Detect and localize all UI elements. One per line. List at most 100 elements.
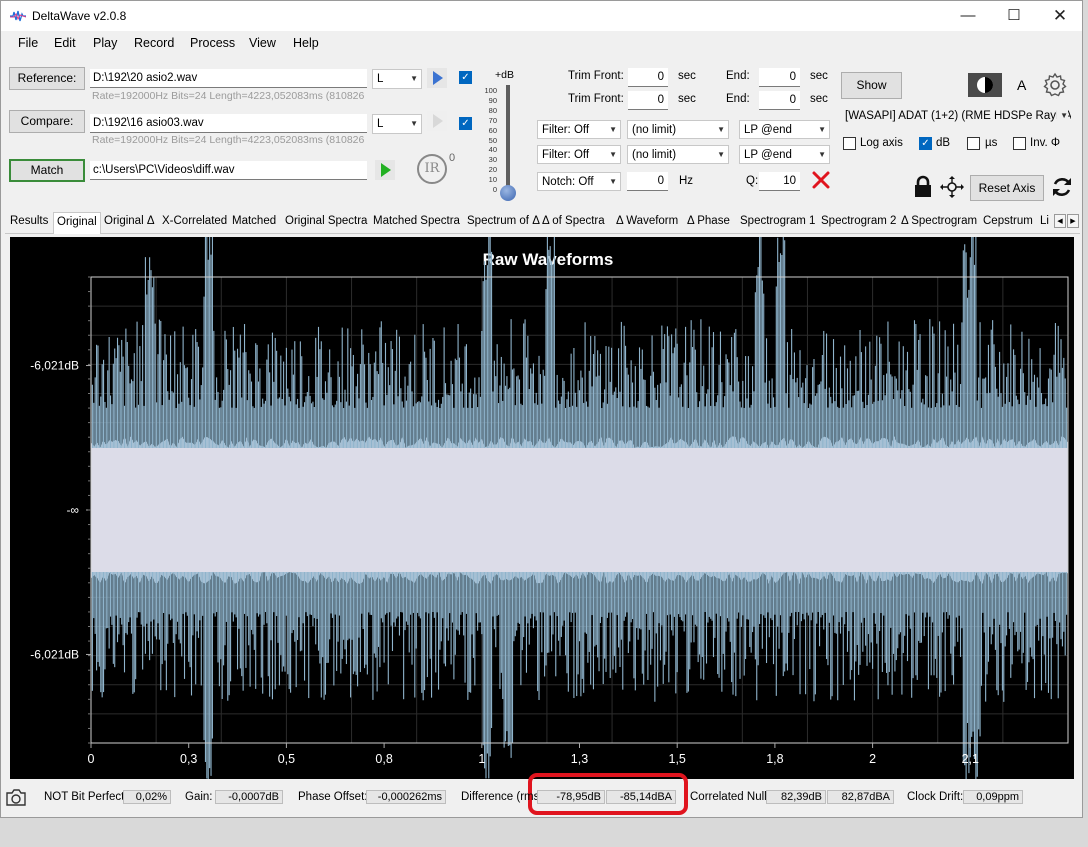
menu-file[interactable]: File <box>18 36 38 50</box>
title-bar: DeltaWave v2.0.8 — ☐ ✕ <box>1 1 1082 31</box>
reset-axis-button[interactable]: Reset Axis <box>970 175 1044 201</box>
show-button[interactable]: Show <box>841 72 902 99</box>
output-device-value: [WASAPI] ADAT (1+2) (RME HDSPe RayDA <box>845 110 1071 122</box>
settings-gear-icon[interactable] <box>1042 72 1068 98</box>
notch-select[interactable]: Notch: Off ▼ <box>537 172 621 191</box>
output-device-select[interactable]: [WASAPI] ADAT (1+2) (RME HDSPe RayDA ▼ <box>841 107 1071 127</box>
main-window: DeltaWave v2.0.8 — ☐ ✕ File Edit Play Re… <box>0 0 1083 818</box>
play-reference-icon[interactable] <box>427 68 447 88</box>
filter-select-2[interactable]: Filter: Off ▼ <box>537 145 621 164</box>
trim-end-input-1[interactable]: 0 <box>759 68 800 87</box>
y-axis-ticks: -6,021dB -∞ -6,021dB <box>30 276 91 744</box>
menu-edit[interactable]: Edit <box>54 36 76 50</box>
notch-q-label: Q: <box>746 175 759 187</box>
menu-play[interactable]: Play <box>93 36 117 50</box>
filter-select-1[interactable]: Filter: Off ▼ <box>537 120 621 139</box>
gain-meter-label: +dB <box>495 69 514 81</box>
trim-front-input-1[interactable]: 0 <box>628 68 668 87</box>
chevron-down-icon: ▼ <box>818 150 826 159</box>
compare-path-field[interactable]: D:\192\16 asio03.wav <box>90 114 367 133</box>
tab-x-correlated[interactable]: X-Correlated <box>162 215 227 227</box>
chevron-down-icon: ▼ <box>609 125 617 134</box>
menu-record[interactable]: Record <box>134 36 174 50</box>
camera-icon[interactable] <box>5 787 27 807</box>
match-button[interactable]: Match <box>9 159 85 182</box>
contrast-theme-icon[interactable] <box>968 73 1002 97</box>
tab-overflow[interactable]: Li <box>1040 215 1054 227</box>
output-path-field[interactable]: c:\Users\PC\Videos\diff.wav <box>90 161 367 180</box>
notch-hz-unit: Hz <box>679 175 694 187</box>
filter-limit-select-2[interactable]: (no limit) ▼ <box>627 145 729 164</box>
filter-limit-select-1[interactable]: (no limit) ▼ <box>627 120 729 139</box>
lp-select-2[interactable]: LP @end ▼ <box>739 145 830 164</box>
gain-meter-tick: 40 <box>488 145 497 155</box>
tab-spectrum-of-delta[interactable]: Spectrum of Δ <box>467 215 540 227</box>
bit-perfect-label: NOT Bit Perfect <box>44 791 125 803</box>
gain-meter-tick: 50 <box>488 135 497 145</box>
phase-offset-label: Phase Offset: <box>298 791 368 803</box>
tab-delta-spectrogram[interactable]: Δ Spectrogram <box>901 215 977 227</box>
refresh-icon[interactable] <box>1050 175 1074 199</box>
x-tick-label: 0,3 <box>180 752 197 766</box>
play-compare-icon[interactable] <box>427 111 447 131</box>
menu-view[interactable]: View <box>249 36 276 50</box>
lp-value-1: LP @end <box>744 124 792 136</box>
reference-path-field[interactable]: D:\192\20 asio2.wav <box>90 69 367 88</box>
play-delta-icon[interactable] <box>375 160 395 180</box>
ir-icon[interactable]: IR <box>417 154 447 184</box>
compare-channel-select[interactable]: L ▼ <box>372 114 422 134</box>
x-tick-label: 1,5 <box>669 752 686 766</box>
tab-spectrogram-1[interactable]: Spectrogram 1 <box>740 215 815 227</box>
microseconds-checkbox[interactable] <box>967 137 980 150</box>
menu-help[interactable]: Help <box>293 36 319 50</box>
reference-button[interactable]: Reference: <box>9 67 85 90</box>
log-axis-checkbox[interactable] <box>843 137 856 150</box>
chart-title: Raw Waveforms <box>483 250 614 269</box>
menu-process[interactable]: Process <box>190 36 235 50</box>
trim-front-input-2[interactable]: 0 <box>628 91 668 110</box>
notch-hz-input[interactable]: 0 <box>627 172 668 191</box>
db-checkbox[interactable]: ✓ <box>919 137 932 150</box>
tab-original-spectra[interactable]: Original Spectra <box>285 215 367 227</box>
pan-move-icon[interactable] <box>939 175 965 199</box>
waveform-plot[interactable]: Raw Waveforms -6,021dB -∞ -6,021dB 0 0,3 0,5… <box>10 223 1074 792</box>
tab-matched-spectra[interactable]: Matched Spectra <box>373 215 460 227</box>
tab-original-delta[interactable]: Original Δ <box>104 215 155 227</box>
trim-end-input-2[interactable]: 0 <box>759 91 800 110</box>
tab-delta-phase[interactable]: Δ Phase <box>687 215 730 227</box>
tab-original[interactable]: Original <box>53 212 101 234</box>
lock-icon[interactable] <box>912 175 934 199</box>
x-tick-label: 0,8 <box>375 752 392 766</box>
trim-end-label-1: End: <box>726 70 750 82</box>
lp-select-1[interactable]: LP @end ▼ <box>739 120 830 139</box>
invert-phase-checkbox[interactable] <box>1013 137 1026 150</box>
tab-results[interactable]: Results <box>10 215 48 227</box>
tab-cepstrum[interactable]: Cepstrum <box>983 215 1033 227</box>
tab-matched[interactable]: Matched <box>232 215 276 227</box>
gain-slider-thumb[interactable] <box>500 185 516 201</box>
close-window-button[interactable]: ✕ <box>1037 1 1082 31</box>
chevron-down-icon: ▼ <box>717 125 725 134</box>
reference-info: Rate=192000Hz Bits=24 Length=4223,052083… <box>92 90 365 102</box>
reference-channel-select[interactable]: L ▼ <box>372 69 422 89</box>
tab-delta-of-spectra[interactable]: Δ of Spectra <box>542 215 605 227</box>
x-tick-label: 1 <box>478 752 485 766</box>
maximize-button[interactable]: ☐ <box>991 1 1037 31</box>
reference-enable-checkbox[interactable]: ✓ <box>459 71 472 84</box>
tab-scroll-right-button[interactable]: ▶ <box>1067 214 1079 228</box>
gain-slider-track[interactable] <box>506 85 510 189</box>
tab-delta-waveform[interactable]: Δ Waveform <box>616 215 678 227</box>
y-tick-label: -∞ <box>66 503 79 517</box>
minimize-button[interactable]: — <box>945 1 991 31</box>
correlated-null-label: Correlated Null: <box>690 791 770 803</box>
compare-enable-checkbox[interactable]: ✓ <box>459 117 472 130</box>
a-weighting-label[interactable]: A <box>1017 77 1026 93</box>
compare-button[interactable]: Compare: <box>9 110 85 133</box>
clear-filters-icon[interactable] <box>811 170 831 190</box>
tab-scroll-left-button[interactable]: ◀ <box>1054 214 1066 228</box>
chevron-down-icon: ▼ <box>1057 107 1068 125</box>
gain-meter-tick: 0 <box>492 185 497 194</box>
bit-perfect-value: 0,02% <box>123 790 171 804</box>
tab-spectrogram-2[interactable]: Spectrogram 2 <box>821 215 896 227</box>
notch-q-input[interactable]: 10 <box>759 172 800 191</box>
